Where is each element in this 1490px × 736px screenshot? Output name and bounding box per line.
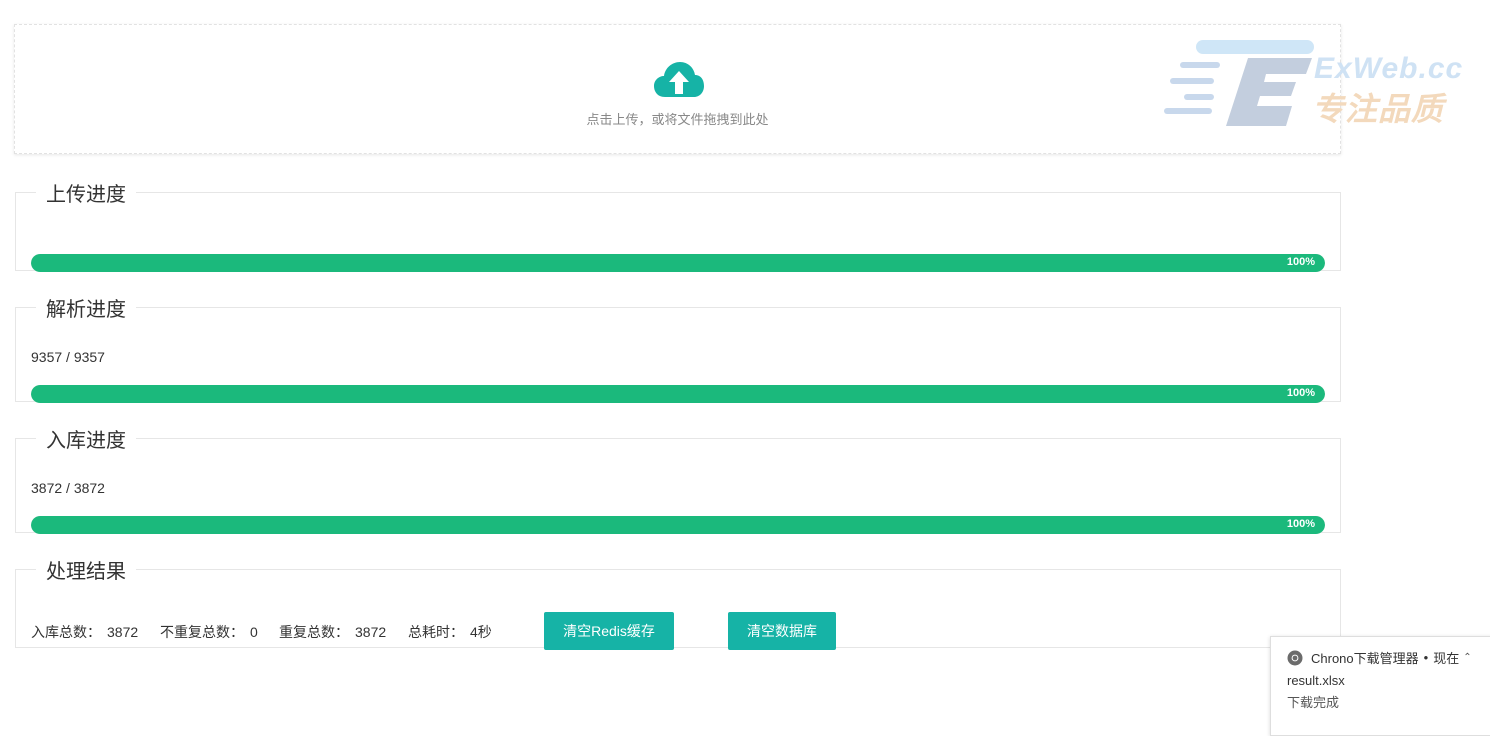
upload-hint: 点击上传，或将文件拖拽到此处 [586,112,769,127]
stat-value: 3872 [107,624,139,640]
result-panel: 处理结果 入库总数： 3872 不重复总数： 0 重复总数： 3872 总耗时： 4秒 … [15,555,1341,650]
watermark-slogan: 专注品质 [1312,91,1445,127]
clear-database-button[interactable]: 清空数据库 [728,612,836,650]
upload-progress-percent: 100% [1286,256,1315,268]
store-progress-bar: 100% [31,516,1325,534]
watermark-logo: ExWeb.cc 专注品质 [1160,36,1464,132]
stat-label: 重复总数： [279,624,349,640]
clear-redis-button[interactable]: 清空Redis缓存 [544,612,674,650]
result-title: 处理结果 [46,561,126,583]
store-progress-count: 3872 / 3872 [31,480,105,496]
parse-progress-panel: 解析进度 9357 / 9357 100% [15,293,1341,403]
download-time: 现在 [1433,651,1460,666]
stat-label: 总耗时： [408,624,464,640]
stat-unique-total: 不重复总数： 0 [160,622,258,642]
stat-value: 4秒 [470,624,492,640]
download-status: 下载完成 [1287,695,1340,710]
download-notification[interactable]: Chrono下载管理器 • 现在 ⌃ result.xlsx 下载完成 [1270,636,1490,736]
parse-progress-percent: 100% [1286,387,1315,399]
cloud-upload-icon [654,62,704,97]
store-progress-panel: 入库进度 3872 / 3872 100% [15,424,1341,534]
download-file-name[interactable]: result.xlsx [1287,673,1345,688]
upload-progress-bar: 100% [31,254,1325,272]
chevron-up-icon[interactable]: ⌃ [1463,652,1471,663]
store-progress-title: 入库进度 [46,430,126,452]
store-progress-percent: 100% [1286,518,1315,530]
parse-progress-fill: 100% [31,385,1325,403]
parse-progress-count: 9357 / 9357 [31,349,105,365]
upload-dropzone[interactable]: 点击上传，或将文件拖拽到此处 [14,24,1341,154]
parse-progress-bar: 100% [31,385,1325,403]
stat-stored-total: 入库总数： 3872 [31,622,138,642]
watermark-domain: ExWeb.cc [1314,52,1464,85]
stat-label: 不重复总数： [160,624,244,640]
separator-dot: • [1423,650,1429,665]
upload-progress-fill: 100% [31,254,1325,272]
upload-progress-title: 上传进度 [46,184,126,206]
chrome-icon [1287,650,1303,665]
download-app-name: Chrono下载管理器 [1311,651,1419,666]
store-progress-fill: 100% [31,516,1325,534]
stat-duplicate-total: 重复总数： 3872 [279,622,386,642]
parse-progress-title: 解析进度 [46,299,126,321]
upload-progress-panel: 上传进度 100% [15,178,1341,272]
download-notification-header: Chrono下载管理器 • 现在 ⌃ [1287,648,1472,667]
stat-label: 入库总数： [31,624,101,640]
stat-value: 0 [250,624,258,640]
stat-value: 3872 [355,624,387,640]
watermark-graphic [1164,40,1314,126]
stat-elapsed-time: 总耗时： 4秒 [408,622,492,642]
